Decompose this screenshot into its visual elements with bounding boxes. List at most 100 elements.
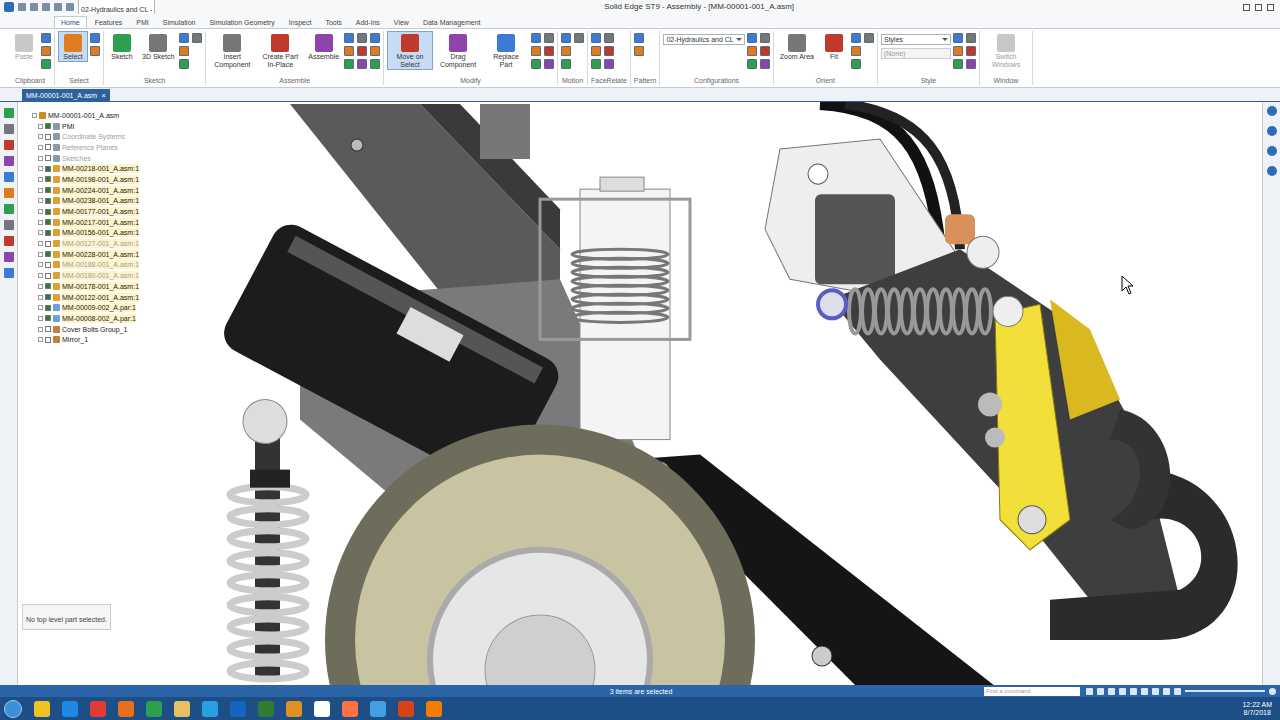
visibility-checkbox[interactable] — [45, 241, 51, 247]
visibility-checkbox[interactable] — [45, 209, 51, 215]
tree-item[interactable]: MM-00217-001_A.asm:1 — [30, 217, 139, 228]
expand-icon[interactable] — [38, 241, 43, 246]
panel-icon[interactable] — [4, 236, 14, 246]
tree-item[interactable]: MM-00178-001_A.asm:1 — [30, 281, 139, 292]
tool-icon[interactable] — [760, 46, 770, 56]
view-tool-icon[interactable] — [1119, 688, 1126, 695]
panel-icon[interactable] — [1267, 166, 1277, 176]
ribbon-button[interactable]: Paste — [9, 31, 39, 62]
ribbon-button[interactable]: Assemble — [305, 31, 342, 62]
app-logo-icon[interactable] — [4, 2, 14, 12]
tool-icon[interactable] — [370, 46, 380, 56]
tree-item[interactable]: MM-00177-001_A.asm:1 — [30, 206, 139, 217]
tool-icon[interactable] — [864, 33, 874, 43]
tool-icon[interactable] — [179, 59, 189, 69]
window-control-icon[interactable] — [1267, 4, 1274, 11]
visibility-checkbox[interactable] — [45, 198, 51, 204]
dropdown[interactable]: 02-Hydraulics and CL — [663, 34, 744, 45]
view-tool-icon[interactable] — [1097, 688, 1104, 695]
tool-icon[interactable] — [604, 59, 614, 69]
quick-access-icon[interactable] — [18, 3, 26, 11]
tree-item[interactable]: MM-00198-001_A.asm:1 — [30, 174, 139, 185]
expand-icon[interactable] — [38, 262, 43, 267]
tree-item[interactable]: MM-00228-001_A.asm:1 — [30, 249, 139, 260]
visibility-checkbox[interactable] — [45, 273, 51, 279]
visibility-checkbox[interactable] — [45, 166, 51, 172]
quick-access-icon[interactable] — [54, 3, 62, 11]
ribbon-tab[interactable]: Tools — [319, 16, 347, 28]
tool-icon[interactable] — [634, 33, 644, 43]
ribbon-button[interactable]: Drag Component — [435, 31, 481, 70]
view-tool-icon[interactable] — [1174, 688, 1181, 695]
taskbar-app-icon[interactable] — [286, 701, 302, 717]
tool-icon[interactable] — [90, 33, 100, 43]
tool-icon[interactable] — [179, 46, 189, 56]
expand-icon[interactable] — [38, 305, 43, 310]
tool-icon[interactable] — [544, 33, 554, 43]
window-control-icon[interactable] — [1243, 4, 1250, 11]
panel-icon[interactable] — [4, 220, 14, 230]
tool-icon[interactable] — [851, 33, 861, 43]
tree-item[interactable]: MM-00122-001_A.asm:1 — [30, 292, 139, 303]
panel-icon[interactable] — [4, 172, 14, 182]
tool-icon[interactable] — [344, 59, 354, 69]
tool-icon[interactable] — [851, 46, 861, 56]
graphics-window[interactable]: MM-00001-001_A.asmPMICoordinate SystemsR… — [18, 102, 1262, 685]
expand-icon[interactable] — [38, 134, 43, 139]
tool-icon[interactable] — [747, 59, 757, 69]
taskbar-app-icon[interactable] — [314, 701, 330, 717]
view-tool-icon[interactable] — [1130, 688, 1137, 695]
tool-icon[interactable] — [531, 59, 541, 69]
ribbon-tab[interactable]: Add-Ins — [350, 16, 386, 28]
tool-icon[interactable] — [966, 46, 976, 56]
ribbon-button[interactable]: 3D Sketch — [139, 31, 177, 62]
taskbar-app-icon[interactable] — [118, 701, 134, 717]
ribbon-button[interactable]: Switch Windows — [983, 31, 1029, 70]
taskbar-app-icon[interactable] — [90, 701, 106, 717]
taskbar-app-icon[interactable] — [426, 701, 442, 717]
visibility-checkbox[interactable] — [45, 230, 51, 236]
close-button[interactable]: × — [101, 91, 106, 100]
visibility-checkbox[interactable] — [45, 251, 51, 257]
visibility-checkbox[interactable] — [45, 219, 51, 225]
tool-icon[interactable] — [544, 59, 554, 69]
expand-icon[interactable] — [38, 284, 43, 289]
tool-icon[interactable] — [966, 59, 976, 69]
expand-icon[interactable] — [38, 327, 43, 332]
tool-icon[interactable] — [953, 33, 963, 43]
expand-icon[interactable] — [38, 145, 43, 150]
expand-icon[interactable] — [38, 188, 43, 193]
visibility-checkbox[interactable] — [45, 187, 51, 193]
visibility-checkbox[interactable] — [45, 294, 51, 300]
visibility-checkbox[interactable] — [45, 337, 51, 343]
panel-icon[interactable] — [1267, 126, 1277, 136]
ribbon-button[interactable]: Fit — [819, 31, 849, 62]
tree-item[interactable]: PMI — [30, 121, 139, 132]
quick-access-icon[interactable] — [30, 3, 38, 11]
quick-access-icon[interactable] — [42, 3, 50, 11]
tree-item[interactable]: MM-00224-001_A.asm:1 — [30, 185, 139, 196]
expand-icon[interactable] — [38, 209, 43, 214]
window-control-icon[interactable] — [1255, 4, 1262, 11]
dropdown[interactable]: (None) — [881, 48, 951, 59]
tool-icon[interactable] — [966, 33, 976, 43]
zoom-slider[interactable] — [1185, 690, 1265, 692]
taskbar-app-icon[interactable] — [258, 701, 274, 717]
tree-item[interactable]: Sketches — [30, 153, 139, 164]
tool-icon[interactable] — [531, 33, 541, 43]
view-tool-icon[interactable] — [1163, 688, 1170, 695]
tool-icon[interactable] — [953, 46, 963, 56]
tool-icon[interactable] — [574, 33, 584, 43]
ribbon-button[interactable]: Replace Part — [483, 31, 529, 70]
expand-icon[interactable] — [38, 198, 43, 203]
expand-icon[interactable] — [38, 166, 43, 171]
expand-icon[interactable] — [38, 177, 43, 182]
view-tool-icon[interactable] — [1108, 688, 1115, 695]
panel-icon[interactable] — [4, 140, 14, 150]
panel-icon[interactable] — [4, 108, 14, 118]
command-search[interactable]: Find a command — [984, 687, 1080, 696]
visibility-checkbox[interactable] — [45, 123, 51, 129]
taskbar-app-icon[interactable] — [370, 701, 386, 717]
tree-item[interactable]: MM-00156-001_A.asm:1 — [30, 228, 139, 239]
expand-icon[interactable] — [38, 252, 43, 257]
